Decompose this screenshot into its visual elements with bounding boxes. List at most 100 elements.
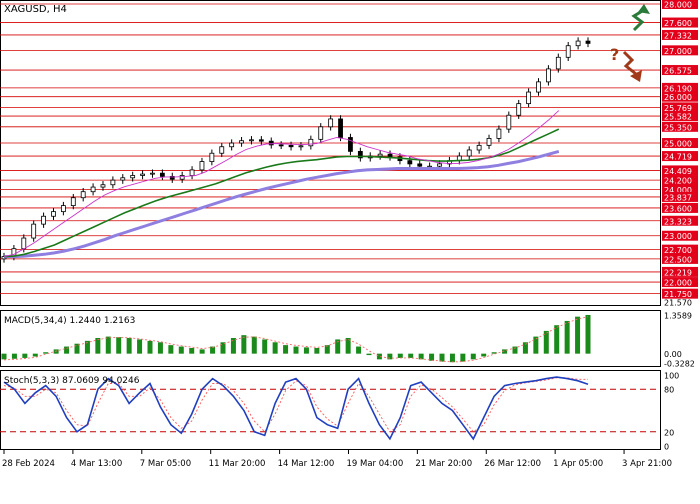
candle-body (536, 81, 541, 93)
candle-body (486, 138, 492, 146)
price-axis-label: 22.700 (664, 246, 692, 255)
candle-body (229, 142, 235, 148)
macd-bar (564, 320, 570, 354)
candle-body (51, 211, 56, 217)
candle-body (60, 205, 66, 213)
candle-body (516, 103, 522, 116)
price-axis-label: 21.570 (664, 299, 692, 308)
candle-body (348, 137, 353, 152)
macd-bar (262, 339, 268, 354)
candle-body (298, 145, 304, 148)
stoch-axis-label: 0 (664, 443, 669, 452)
time-axis-label: 11 Mar 20:00 (209, 459, 266, 469)
candle-body (575, 40, 581, 47)
macd-bar (32, 353, 38, 357)
time-axis-label: 4 Mar 13:00 (71, 459, 122, 469)
candle-body (100, 184, 106, 188)
price-axis-label: 24.719 (664, 153, 692, 162)
candle-body (288, 144, 294, 148)
macd-bar (293, 346, 299, 354)
candle-body (258, 139, 264, 142)
candle-body (318, 126, 324, 140)
price-levels-group (0, 3, 660, 295)
macd-bar (22, 353, 28, 358)
candle-body (239, 140, 244, 144)
candle-body (159, 172, 165, 177)
macd-bar (460, 353, 466, 362)
price-panel-frame (0, 0, 661, 306)
candle-body (546, 68, 551, 83)
price-axis-labels: 28.00027.60027.33227.00026.57526.19026.0… (662, 0, 698, 308)
macd-bar (157, 342, 163, 354)
stoch-axis-label: 80 (664, 386, 674, 395)
macd-bar (575, 316, 581, 354)
candle-body (437, 163, 442, 167)
candle-body (278, 144, 284, 147)
time-axis-label: 26 Mar 12:00 (484, 459, 541, 469)
candle-body (219, 146, 225, 154)
candle-body (387, 153, 393, 158)
price-axis-label: 22.000 (664, 279, 692, 288)
macd-bar (1, 353, 7, 360)
question-mark: ? (610, 45, 619, 64)
time-axis-label: 1 Apr 05:00 (553, 459, 603, 469)
candle-body (249, 139, 254, 142)
macd-bar (199, 349, 205, 354)
candle-body (120, 177, 126, 181)
macd-bar (126, 338, 132, 354)
candle-body (496, 128, 502, 139)
candle-body (179, 175, 185, 180)
time-axis: 28 Feb 2024 4 Mar 13:00 7 Mar 05:00 11 Mar … (2, 450, 672, 469)
macd-bar (533, 336, 539, 354)
macd-bar (116, 337, 122, 354)
candle-body (328, 118, 334, 128)
candle-body (199, 161, 205, 171)
candle-body (526, 91, 532, 105)
stoch-main-line (3, 376, 589, 441)
price-axis-label: 25.000 (664, 140, 692, 149)
time-axis-label: 14 Mar 12:00 (278, 459, 335, 469)
macd-bar (251, 336, 257, 354)
macd-bar (283, 345, 289, 354)
macd-axis-label: -0.3282 (664, 360, 695, 369)
candle-body (377, 153, 383, 157)
macd-bar (137, 339, 143, 354)
chart-canvas: 28.00027.60027.33227.00026.57526.19026.0… (0, 0, 698, 469)
price-axis-label: 26.575 (664, 67, 692, 76)
candle-body (585, 40, 591, 44)
macd-bar (397, 353, 403, 358)
moving-averages-group (3, 110, 560, 259)
candle-body (565, 45, 571, 58)
candle-body (555, 56, 561, 70)
price-axis-label: 22.500 (664, 255, 692, 264)
stoch-axis-label: 100 (664, 372, 679, 381)
macd-bar (272, 342, 278, 354)
macd-bar (11, 353, 17, 359)
stoch-axis-label: 20 (664, 428, 674, 437)
candle-body (338, 118, 343, 138)
candle-body (150, 172, 155, 175)
time-axis-label: 7 Mar 05:00 (140, 459, 191, 469)
candle-body (31, 223, 37, 239)
candle-body (417, 163, 423, 167)
price-axis-label: 28.000 (664, 1, 692, 10)
macd-bar (449, 353, 455, 363)
candle-body (90, 186, 96, 193)
price-axis-label: 23.837 (664, 193, 692, 202)
price-axis-label: 25.350 (664, 123, 692, 132)
time-axis-label: 3 Apr 21:00 (622, 459, 672, 469)
macd-bar (178, 346, 184, 354)
candle-body (407, 160, 413, 165)
macd-title: MACD(5,34,4) 1.2440 1.2163 (4, 316, 135, 326)
candle-body (41, 215, 46, 225)
macd-bar (366, 353, 372, 356)
candle-body (130, 175, 136, 179)
price-axis-label: 24.409 (664, 167, 692, 176)
price-axis-label: 27.332 (664, 31, 692, 40)
macd-bar (585, 314, 591, 354)
candle-body (308, 138, 314, 147)
candle-body (476, 144, 482, 151)
macd-bar (95, 338, 101, 354)
macd-axis-label: 1.3589 (664, 312, 692, 321)
macd-bar (105, 336, 111, 354)
